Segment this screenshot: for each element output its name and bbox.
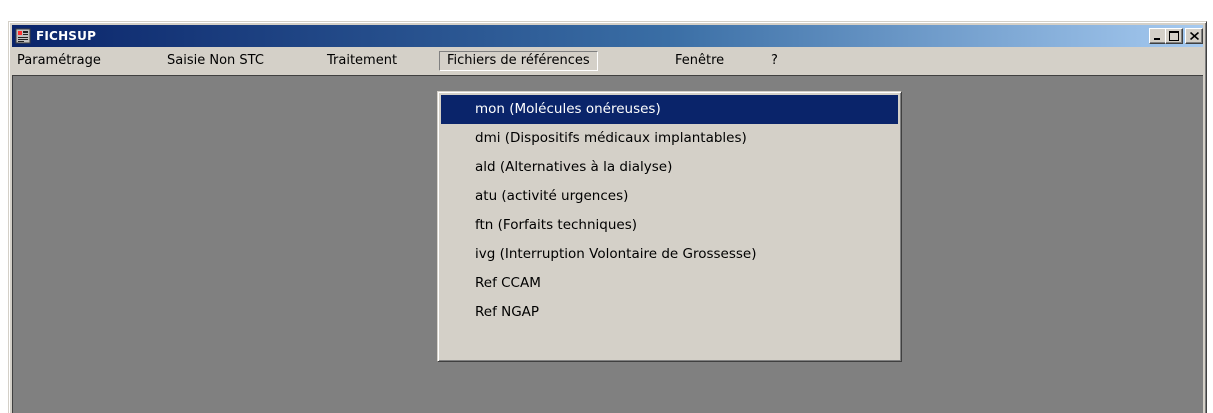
menu-option-ald[interactable]: ald (Alternatives à la dialyse) [441, 153, 898, 182]
menu-option-ftn[interactable]: ftn (Forfaits techniques) [441, 211, 898, 240]
menu-option-mon[interactable]: mon (Molécules onéreuses) [441, 95, 898, 124]
maximize-button[interactable] [1165, 28, 1183, 44]
close-icon [1189, 32, 1199, 40]
menu-traitement[interactable]: Traitement [320, 51, 404, 71]
menu-fenetre[interactable]: Fenêtre [668, 51, 731, 71]
menu-option-ref-ngap[interactable]: Ref NGAP [441, 298, 898, 327]
menu-saisie-non-stc[interactable]: Saisie Non STC [160, 51, 271, 71]
menu-option-ref-ccam[interactable]: Ref CCAM [441, 269, 898, 298]
fichiers-de-references-dropdown: mon (Molécules onéreuses) dmi (Dispositi… [437, 91, 902, 362]
menu-help[interactable]: ? [764, 51, 785, 71]
menu-bar: Paramétrage Saisie Non STC Traitement Fi… [12, 49, 1203, 73]
menu-option-atu[interactable]: atu (activité urgences) [441, 182, 898, 211]
menu-fichiers-de-references[interactable]: Fichiers de références [439, 51, 598, 71]
app-icon[interactable] [15, 28, 31, 44]
window-title: FICHSUP [36, 29, 97, 43]
minimize-icon [1154, 38, 1160, 40]
maximize-icon [1169, 31, 1179, 41]
title-bar[interactable]: FICHSUP [12, 25, 1203, 47]
menu-option-dmi[interactable]: dmi (Dispositifs médicaux implantables) [441, 124, 898, 153]
menu-parametrage[interactable]: Paramétrage [10, 51, 108, 71]
menu-option-ivg[interactable]: ivg (Interruption Volontaire de Grossess… [441, 240, 898, 269]
close-button[interactable] [1185, 28, 1203, 44]
